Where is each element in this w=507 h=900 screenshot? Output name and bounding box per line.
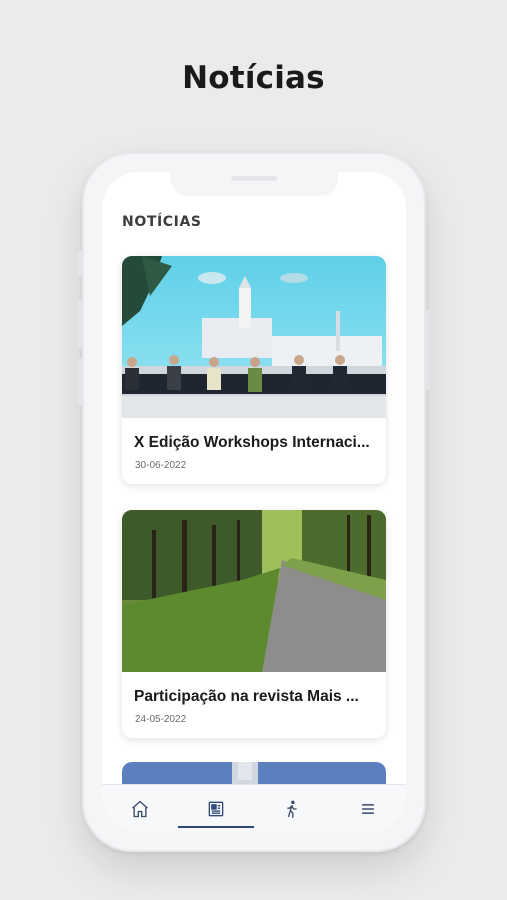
phone-volume-down-button (78, 358, 82, 406)
tab-menu[interactable] (330, 785, 406, 832)
menu-icon (362, 803, 374, 814)
bottom-tab-bar (102, 784, 406, 832)
tab-walk[interactable] (254, 785, 330, 832)
phone-power-button (426, 310, 430, 390)
news-date: 30-06-2022 (135, 460, 187, 471)
app-screen: NOTÍCIAS X Edição Workshops Internaci...… (102, 172, 406, 832)
phone-volume-up-button (78, 300, 82, 348)
phone-speaker (231, 176, 277, 181)
news-title: X Edição Workshops Internaci... (134, 434, 370, 451)
promo-title: Notícias (182, 60, 325, 96)
news-date: 24-05-2022 (135, 714, 187, 725)
phone-notch (170, 170, 338, 196)
news-icon (208, 801, 224, 816)
tab-news[interactable] (178, 785, 254, 832)
news-title: Participação na revista Mais ... (134, 688, 359, 705)
phone-mute-button (78, 250, 82, 276)
section-title: NOTÍCIAS (122, 214, 202, 230)
tab-home[interactable] (102, 785, 178, 832)
news-card[interactable]: X Edição Workshops Internaci... 30-06-20… (122, 256, 386, 484)
news-image-conference (122, 256, 386, 418)
home-icon (132, 800, 148, 817)
news-image-forest-road (122, 510, 386, 672)
news-card[interactable]: Participação na revista Mais ... 24-05-2… (122, 510, 386, 738)
walking-person-icon (287, 800, 297, 818)
